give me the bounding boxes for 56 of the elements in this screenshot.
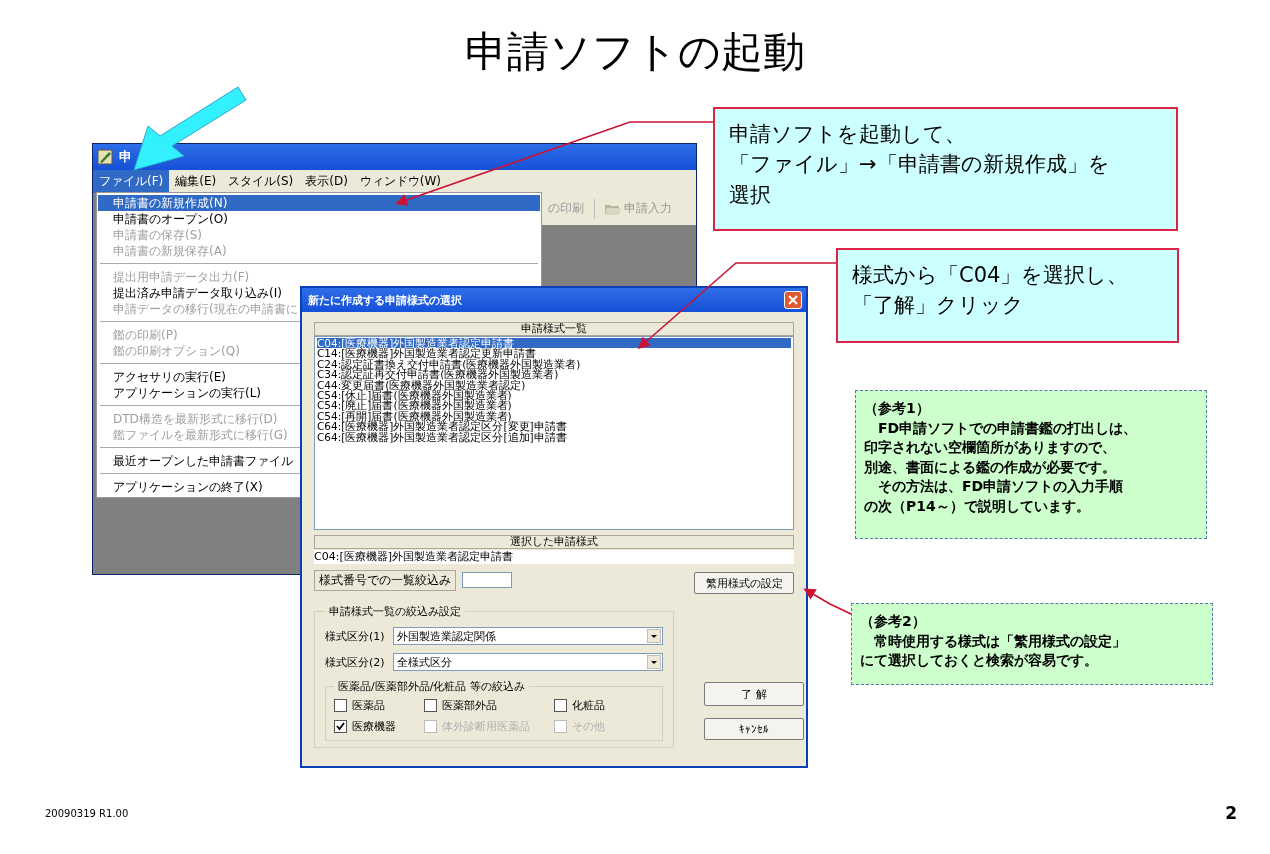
checkbox[interactable] bbox=[334, 720, 347, 733]
number-filter-field[interactable] bbox=[462, 572, 512, 588]
version-label: 20090319 R1.00 bbox=[45, 808, 129, 819]
dropdown-arrow-icon bbox=[647, 629, 661, 643]
page-number: 2 bbox=[1225, 803, 1237, 823]
callout-text: 申請ソフトを起動して、 「ファイル」→「申請書の新規作成」を 選択 bbox=[729, 121, 1111, 209]
favorites-button[interactable]: 繁用様式の設定 bbox=[694, 572, 794, 594]
menu-item[interactable]: 申請書のオープン(O) bbox=[98, 211, 540, 227]
list-item[interactable]: C14:[医療機器]外国製造業者認定更新申請書 bbox=[317, 348, 791, 359]
close-button[interactable] bbox=[784, 291, 802, 309]
filter-label: 様式番号での一覧絞込み bbox=[314, 569, 456, 591]
menu-bar-item[interactable]: 編集(E) bbox=[169, 169, 223, 193]
list-header: 申請様式一覧 bbox=[314, 322, 794, 336]
folder-icon bbox=[605, 202, 621, 215]
dropdown[interactable]: 外国製造業認定関係 bbox=[393, 627, 663, 645]
group-title: 医薬品/医薬部外品/化粧品 等の絞込み bbox=[337, 679, 526, 694]
close-icon bbox=[788, 295, 798, 305]
note-text: 常時使用する様式は「繁用様式の設定」 にて選択しておくと検索が容易です。 bbox=[860, 631, 1127, 671]
leader-line bbox=[803, 588, 852, 615]
checkbox-label: 医療機器 bbox=[352, 719, 396, 734]
checkbox-label: 医薬部外品 bbox=[442, 698, 497, 713]
dropdown-label: 様式区分(2) bbox=[325, 654, 386, 670]
checkbox-label: 医薬品 bbox=[352, 698, 385, 713]
menu-bar-item[interactable]: ファイル(F) bbox=[93, 169, 170, 193]
checkbox-label: 化粧品 bbox=[572, 698, 605, 713]
window-title: 申 bbox=[119, 148, 132, 166]
list-item[interactable]: C34:認定証再交付申請書(医療機器外国製造業者) bbox=[317, 369, 791, 380]
menu-bar-item[interactable]: スタイル(S) bbox=[222, 169, 300, 193]
note-heading: （参考2） bbox=[860, 612, 927, 631]
menu-bar-item[interactable]: 表示(D) bbox=[299, 169, 354, 193]
list-item[interactable]: C44:変更届書(医療機器外国製造業者認定) bbox=[317, 379, 791, 390]
checkbox[interactable] bbox=[554, 699, 567, 712]
list-item[interactable]: C54:[再開]届書(医療機器外国製造業者) bbox=[317, 410, 791, 422]
checkbox[interactable] bbox=[424, 699, 437, 712]
group-title: 申請様式一覧の絞込み設定 bbox=[328, 604, 462, 619]
list-item[interactable]: C64:[医療機器]外国製造業者認定区分[変更]申請書 bbox=[317, 421, 791, 432]
slide-title: 申請ソフトの起動 bbox=[464, 26, 806, 78]
dialog-title: 新たに作成する申請様式の選択 bbox=[308, 292, 462, 308]
list-item[interactable]: C64:[医療機器]外国製造業者認定区分[追加]申請書 bbox=[317, 431, 791, 442]
ok-button[interactable]: 了 解 bbox=[704, 682, 804, 706]
menu-item[interactable]: 申請書の新規作成(N) bbox=[98, 195, 540, 211]
checkbox[interactable] bbox=[334, 699, 347, 712]
note-heading: （参考1） bbox=[864, 399, 931, 418]
list-item[interactable]: C24:認定証書換え交付申請書(医療機器外国製造業者) bbox=[317, 358, 791, 370]
list-item[interactable]: C54:[廃止]届書(医療機器外国製造業者) bbox=[317, 400, 791, 411]
cancel-button[interactable]: ｷｬﾝｾﾙ bbox=[704, 718, 804, 740]
menu-bar-item[interactable]: ウィンドウ(W) bbox=[353, 169, 448, 193]
selected-form-field: C04:[医療機器]外国製造業者認定申請書 bbox=[314, 550, 794, 564]
selected-header: 選択した申請様式 bbox=[314, 535, 794, 549]
callout-text: 様式から「C04」を選択し、 「了解」クリック bbox=[852, 262, 1130, 320]
dropdown-arrow-icon bbox=[647, 655, 661, 669]
list-item[interactable]: C04:[医療機器]外国製造業者認定申請書 bbox=[317, 338, 791, 349]
pen-icon bbox=[97, 149, 113, 165]
note-text: FD申請ソフトでの申請書鑑の打出しは、 印字されない空欄箇所がありますので、 別途、書面による鑑の作成が必要です。 その方法は、FD申請ソフトの入力手順 の次（P14～）で説明しています。 bbox=[864, 418, 1139, 516]
dropdown[interactable]: 全様式区分 bbox=[393, 653, 663, 671]
dropdown-label: 様式区分(1) bbox=[325, 628, 386, 644]
